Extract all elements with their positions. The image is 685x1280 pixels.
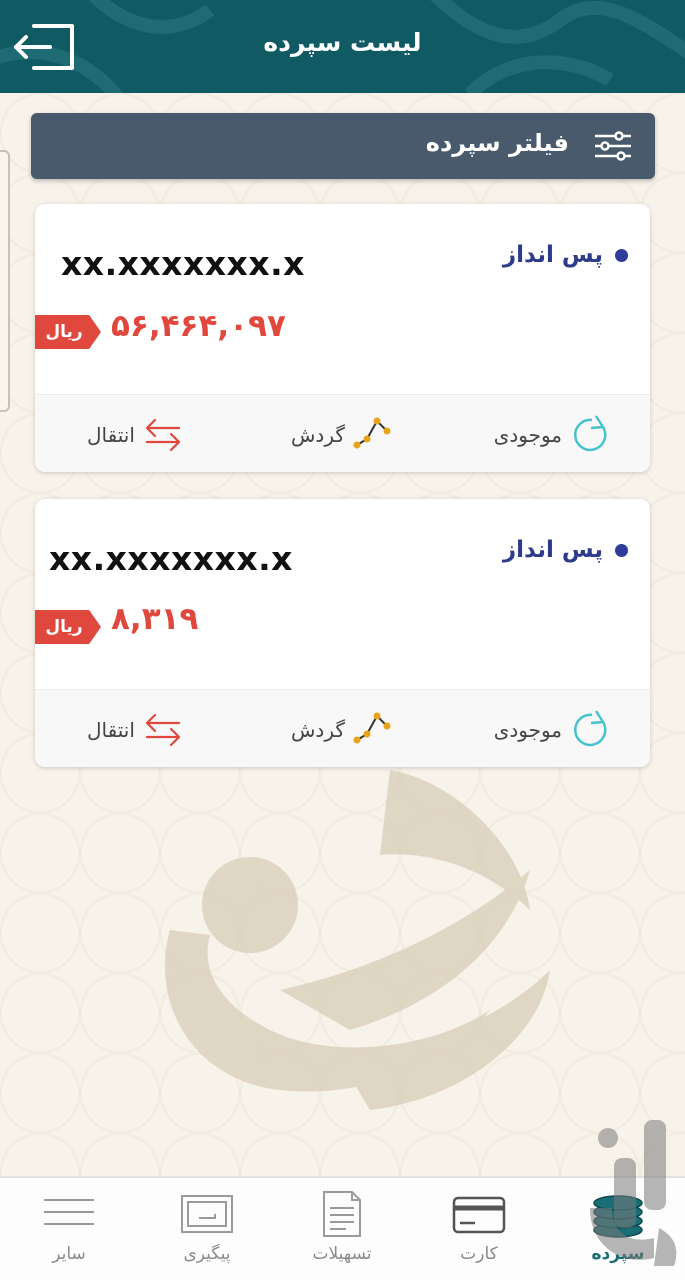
refresh-icon <box>574 710 607 747</box>
bank-logo-watermark <box>164 770 550 1110</box>
nav-others-label: سایر <box>52 1244 86 1264</box>
side-drawer-handle[interactable] <box>0 150 10 412</box>
account-type-label: پس انداز <box>502 242 603 268</box>
sliders-icon <box>595 131 631 161</box>
nav-facilities[interactable]: تسهیلات <box>277 1178 407 1278</box>
tray-icon <box>181 1195 233 1233</box>
menu-lines-icon <box>44 1199 94 1225</box>
bottom-navigation: سایر پیگیری تسهیلات کارت سپرده <box>0 1176 685 1280</box>
nav-card[interactable]: کارت <box>414 1178 544 1278</box>
page-title: لیست سپرده <box>263 28 422 57</box>
card-actions: موجودی گردش انتقال <box>35 689 650 767</box>
turnover-label: گردش <box>291 718 345 742</box>
refresh-icon <box>574 415 607 452</box>
turnover-button[interactable]: گردش <box>291 415 393 455</box>
nav-tracking[interactable]: پیگیری <box>142 1178 272 1278</box>
nav-card-label: کارت <box>460 1244 498 1264</box>
nav-tracking-label: پیگیری <box>183 1244 231 1264</box>
transfer-arrows-icon <box>145 418 181 452</box>
bullet-icon <box>615 248 628 262</box>
bullet-icon <box>615 543 628 557</box>
nav-others[interactable]: سایر <box>4 1178 134 1278</box>
transfer-button[interactable]: انتقال <box>87 710 183 750</box>
app-header: لیست سپرده <box>0 0 685 93</box>
account-type: پس انداز <box>503 242 628 268</box>
account-card[interactable]: پس انداز xx.xxxxxxx.x ریال ۵۶,۴۶۴,۰۹۷ مو… <box>35 204 650 472</box>
currency-badge: ریال <box>35 315 101 349</box>
credit-card-icon <box>452 1196 506 1234</box>
card-actions: موجودی گردش انتقال <box>35 394 650 472</box>
account-card[interactable]: پس انداز xx.xxxxxxx.x ریال ۸,۳۱۹ موجودی … <box>35 499 650 767</box>
store-logo-badge <box>590 1120 677 1266</box>
transfer-label: انتقال <box>87 718 135 742</box>
balance-button[interactable]: موجودی <box>494 415 610 455</box>
balance-button[interactable]: موجودی <box>494 710 610 750</box>
account-type: پس انداز <box>503 537 628 563</box>
transfer-button[interactable]: انتقال <box>87 415 183 455</box>
account-type-label: پس انداز <box>502 537 603 563</box>
document-icon <box>323 1191 361 1237</box>
balance-label: موجودی <box>493 423 562 447</box>
logout-arrow-icon[interactable] <box>10 20 76 74</box>
balance-label: موجودی <box>493 718 562 742</box>
account-number: xx.xxxxxxx.x <box>49 539 293 578</box>
transfer-label: انتقال <box>87 423 135 447</box>
trend-line-icon <box>353 417 391 449</box>
filter-label: فیلتر سپرده <box>425 129 569 157</box>
account-balance: ۸,۳۱۹ <box>111 601 199 637</box>
account-number: xx.xxxxxxx.x <box>61 244 305 283</box>
filter-deposit-button[interactable]: فیلتر سپرده <box>31 113 655 179</box>
trend-line-icon <box>353 712 391 744</box>
turnover-label: گردش <box>291 423 345 447</box>
transfer-arrows-icon <box>145 713 181 747</box>
nav-facilities-label: تسهیلات <box>312 1244 372 1264</box>
currency-badge: ریال <box>35 610 101 644</box>
turnover-button[interactable]: گردش <box>291 710 393 750</box>
account-balance: ۵۶,۴۶۴,۰۹۷ <box>111 308 286 344</box>
